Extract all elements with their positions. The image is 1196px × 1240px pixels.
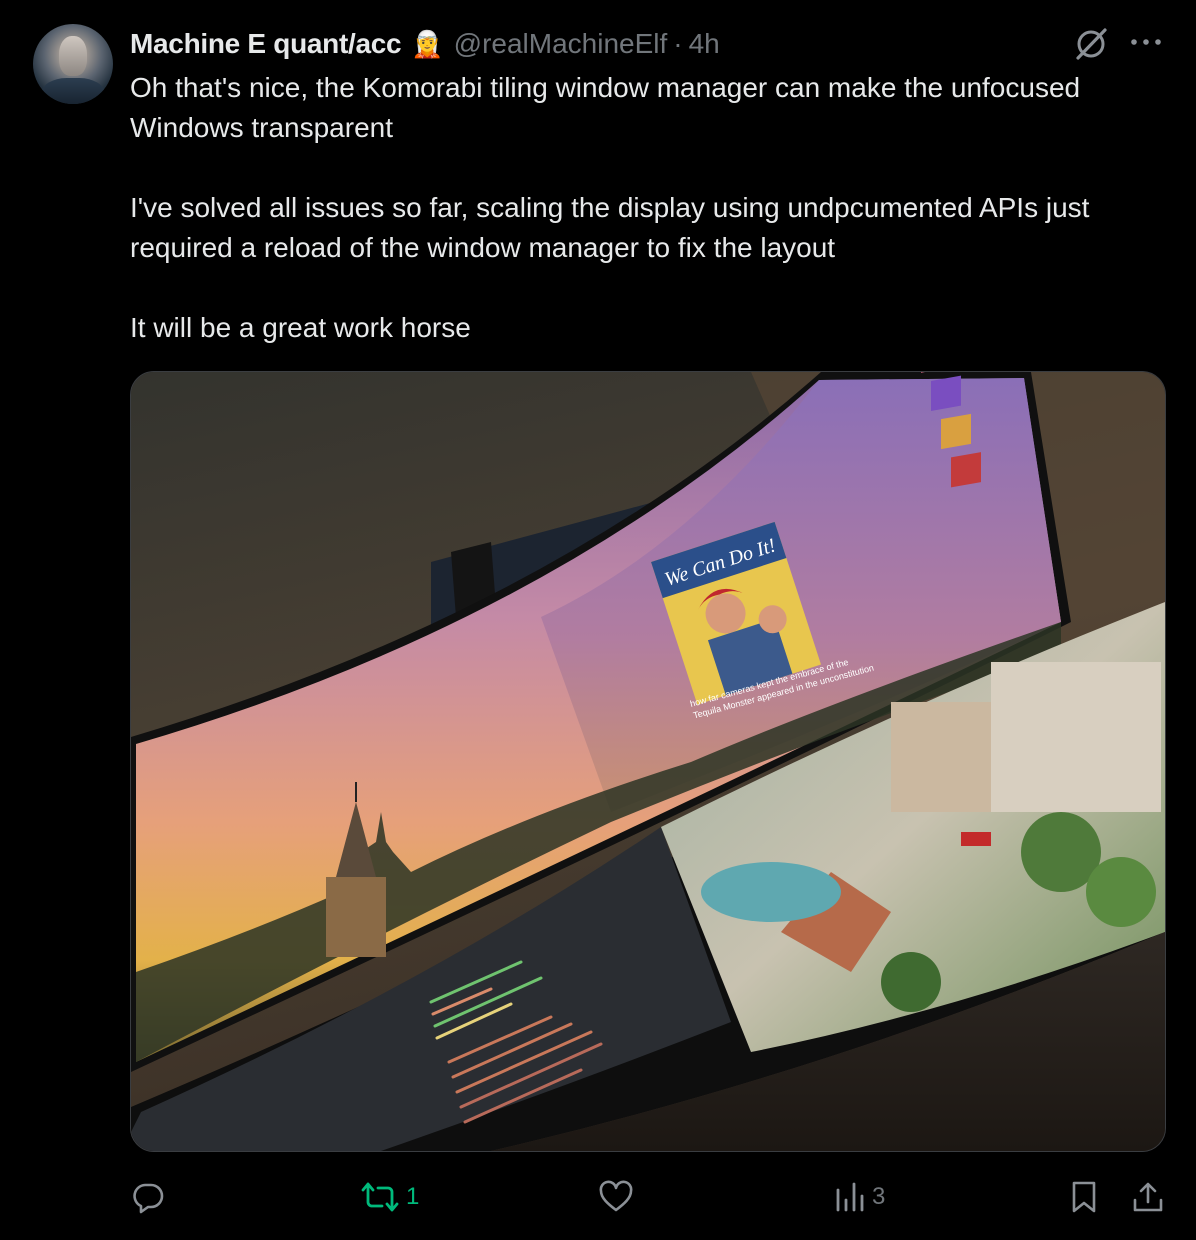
- avatar[interactable]: [33, 24, 113, 104]
- share-button[interactable]: [1131, 1170, 1165, 1224]
- author-handle[interactable]: @realMachineElf: [454, 28, 668, 60]
- reply-button[interactable]: [131, 1170, 171, 1224]
- author-name[interactable]: Machine E quant/acc: [130, 28, 402, 60]
- monitor-photo: We Can Do It! how far cameras kept the e…: [131, 372, 1165, 1151]
- heart-icon: [599, 1180, 633, 1212]
- like-button[interactable]: [598, 1170, 640, 1224]
- post-paragraph: Oh that's nice, the Komorabi tiling wind…: [130, 72, 1081, 143]
- avatar-suit: [41, 78, 105, 104]
- grok-icon[interactable]: [1072, 26, 1110, 62]
- more-options-icon[interactable]: [1128, 30, 1164, 54]
- separator-dot: ·: [673, 28, 683, 59]
- bookmark-icon: [1072, 1181, 1096, 1213]
- repost-icon: [361, 1182, 399, 1212]
- post-paragraph: It will be a great work horse: [130, 312, 471, 343]
- views-count: 3: [872, 1183, 886, 1210]
- post-text: Oh that's nice, the Komorabi tiling wind…: [130, 68, 1150, 348]
- post-image[interactable]: We Can Do It! how far cameras kept the e…: [130, 371, 1166, 1152]
- post-paragraph: I've solved all issues so far, scaling t…: [130, 192, 1090, 263]
- share-icon: [1133, 1182, 1163, 1212]
- avatar-face: [59, 36, 87, 76]
- views-button[interactable]: 3: [834, 1170, 885, 1224]
- views-icon: [836, 1182, 864, 1212]
- post: Machine E quant/acc 🧝 @realMachineElf · …: [0, 0, 1196, 1240]
- bookmark-button[interactable]: [1069, 1170, 1099, 1224]
- elf-emoji-icon: 🧝: [411, 28, 444, 59]
- post-header: Machine E quant/acc 🧝 @realMachineElf · …: [130, 26, 720, 62]
- reply-icon: [133, 1183, 164, 1214]
- action-bar: 1 3: [0, 1170, 1196, 1224]
- post-time[interactable]: 4h: [689, 28, 720, 60]
- repost-count: 1: [406, 1183, 420, 1210]
- repost-button[interactable]: 1: [360, 1170, 419, 1224]
